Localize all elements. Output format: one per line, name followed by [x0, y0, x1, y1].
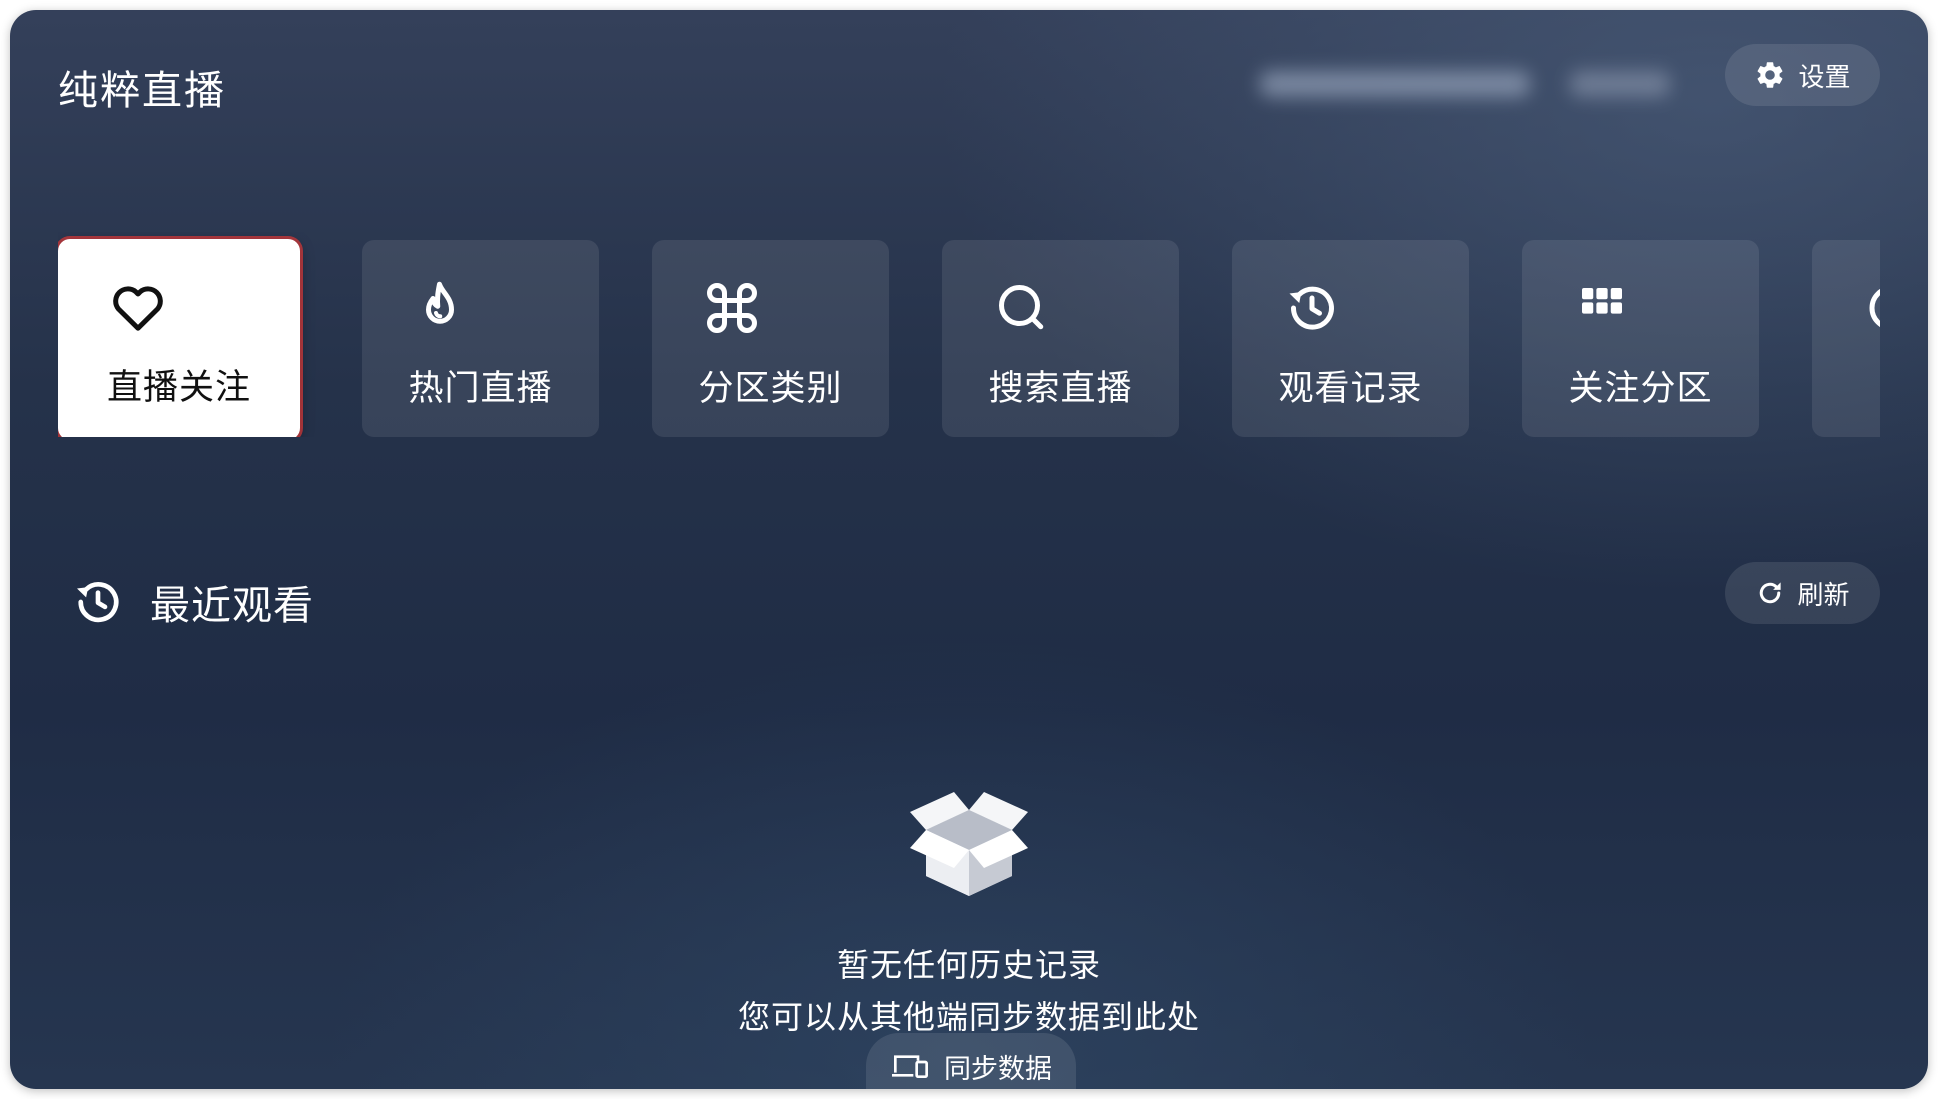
refresh-icon — [1760, 582, 1782, 604]
blurred-account-detail — [1570, 71, 1670, 97]
refresh-button[interactable]: 刷新 — [1725, 562, 1880, 624]
settings-button[interactable]: 设置 — [1725, 44, 1880, 106]
empty-state: 暂无任何历史记录 您可以从其他端同步数据到此处 — [10, 780, 1928, 1038]
gear-icon — [1758, 62, 1783, 88]
tile-label: 捐 — [1812, 360, 1880, 411]
tile-hot-live[interactable]: 热门直播 — [362, 240, 599, 437]
tile-label: 搜索直播 — [988, 369, 1133, 409]
flame-icon — [426, 281, 454, 324]
tile-label: 观看记录 — [1278, 369, 1423, 409]
sync-data-label: 同步数据 — [944, 1053, 1052, 1085]
nav-tile-row: 直播关注 热门直播 分区类别 搜索直播 观看记录 关注分区 — [58, 232, 1880, 437]
tile-followed-categories[interactable]: 关注分区 — [1522, 240, 1759, 437]
tile-label: 热门直播 — [408, 369, 553, 409]
empty-box-icon — [910, 792, 1028, 896]
history-icon — [1289, 286, 1334, 330]
empty-state-subtitle: 您可以从其他端同步数据到此处 — [737, 998, 1200, 1036]
donate-icon — [1869, 289, 1880, 327]
command-icon — [707, 283, 757, 333]
heart-icon — [113, 286, 163, 331]
app-title: 纯粹直播 — [58, 68, 226, 114]
tile-watch-history[interactable]: 观看记录 — [1232, 240, 1469, 437]
tile-donate[interactable]: 捐 — [1812, 240, 1880, 437]
recent-section-title: 最近观看 — [150, 583, 314, 629]
empty-state-title: 暂无任何历史记录 — [836, 946, 1101, 984]
tile-followed-live[interactable]: 直播关注 — [58, 239, 300, 437]
tile-label: 分区类别 — [698, 369, 843, 409]
tile-categories[interactable]: 分区类别 — [652, 240, 889, 437]
tile-search-live[interactable]: 搜索直播 — [942, 240, 1179, 437]
tile-label: 直播关注 — [106, 368, 251, 408]
history-icon — [77, 582, 119, 623]
grid-icon — [1582, 288, 1622, 314]
settings-label: 设置 — [1798, 62, 1851, 93]
recent-section-header: 最近观看 — [70, 572, 314, 632]
tile-label: 关注分区 — [1568, 369, 1713, 409]
blurred-account-name — [1260, 71, 1530, 97]
refresh-label: 刷新 — [1797, 580, 1850, 611]
blurred-account-info — [1260, 62, 1690, 106]
search-icon — [999, 285, 1044, 330]
sync-data-button[interactable]: 同步数据 — [866, 1033, 1076, 1089]
app-window: 纯粹直播 设置 直播关注 热门直播 分区类别 搜索直播 观看记录 关注分区 最近… — [10, 10, 1928, 1089]
devices-icon — [892, 1055, 928, 1078]
